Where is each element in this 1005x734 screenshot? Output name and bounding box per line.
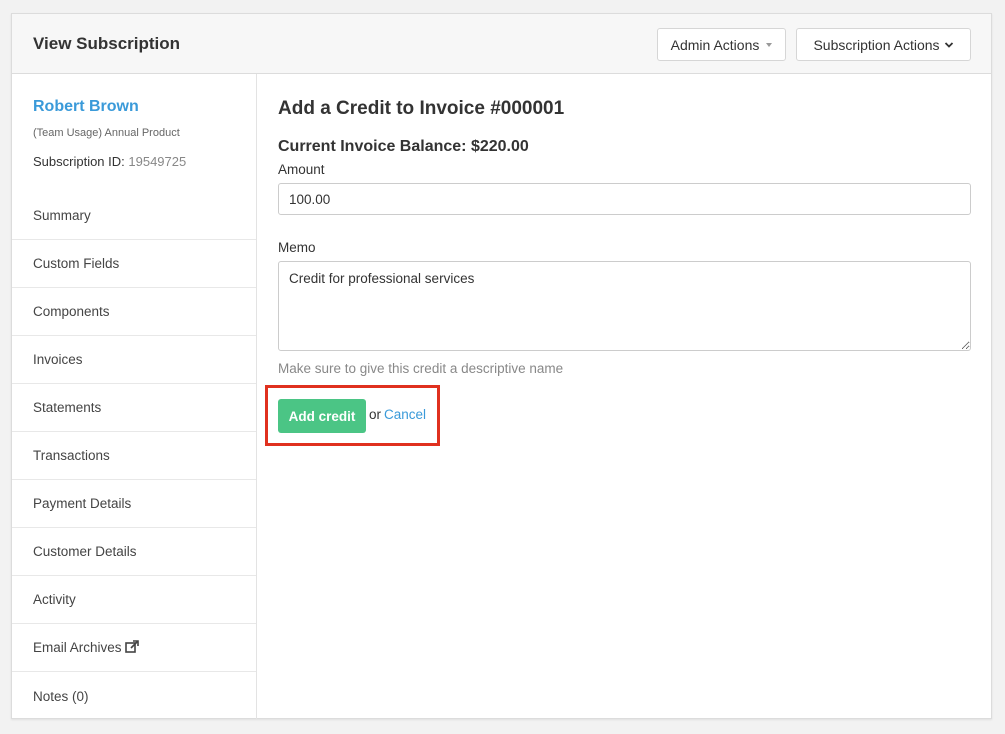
memo-input[interactable]: Credit for professional services	[278, 261, 971, 351]
sidebar-item-payment-details[interactable]: Payment Details	[12, 480, 256, 528]
sidebar-item-label: Transactions	[33, 448, 110, 463]
subscription-actions-label: Subscription Actions	[813, 36, 940, 53]
amount-input[interactable]	[278, 183, 971, 215]
sidebar-item-label: Summary	[33, 208, 91, 223]
sidebar-item-label: Invoices	[33, 352, 83, 367]
admin-actions-label: Admin Actions	[670, 36, 760, 53]
sidebar-item-label: Customer Details	[33, 544, 137, 559]
subscription-panel: View Subscription Admin Actions Subscrip…	[11, 13, 992, 719]
cancel-link[interactable]: Cancel	[384, 407, 426, 422]
invoice-balance: Current Invoice Balance: $220.00	[278, 138, 529, 155]
chevron-down-icon	[944, 41, 954, 49]
form-title: Add a Credit to Invoice #000001	[278, 98, 565, 119]
admin-actions-button[interactable]: Admin Actions	[657, 28, 786, 61]
sidebar-item-label: Statements	[33, 400, 102, 415]
sidebar-item-customer-details[interactable]: Customer Details	[12, 528, 256, 576]
sidebar-item-summary[interactable]: Summary	[12, 192, 256, 240]
sidebar-item-label: Activity	[33, 592, 76, 607]
sidebar-item-notes[interactable]: Notes (0)	[12, 672, 256, 720]
amount-label: Amount	[278, 162, 325, 177]
add-credit-button[interactable]: Add credit	[278, 399, 366, 433]
sidebar-item-label: Components	[33, 304, 110, 319]
sidebar-item-label: Notes (0)	[33, 688, 89, 704]
subscription-id-value: 19549725	[128, 154, 187, 169]
sidebar-item-components[interactable]: Components	[12, 288, 256, 336]
customer-name-link[interactable]: Robert Brown	[33, 98, 139, 116]
sidebar-item-email-archives[interactable]: Email Archives	[12, 624, 256, 672]
caret-down-icon	[766, 42, 773, 47]
panel-header: View Subscription Admin Actions Subscrip…	[12, 14, 991, 74]
sidebar-item-label: Email Archives	[33, 640, 122, 655]
sidebar: Robert Brown (Team Usage) Annual Product…	[12, 74, 257, 719]
sidebar-item-statements[interactable]: Statements	[12, 384, 256, 432]
product-name: (Team Usage) Annual Product	[33, 127, 180, 139]
sidebar-item-activity[interactable]: Activity	[12, 576, 256, 624]
sidebar-nav: Summary Custom Fields Components Invoice…	[12, 192, 256, 720]
or-text: or	[369, 407, 382, 422]
page-title: View Subscription	[33, 34, 181, 53]
memo-label: Memo	[278, 240, 316, 255]
sidebar-item-invoices[interactable]: Invoices	[12, 336, 256, 384]
subscription-actions-button[interactable]: Subscription Actions	[796, 28, 971, 61]
memo-help-text: Make sure to give this credit a descript…	[278, 361, 564, 376]
sidebar-item-label: Custom Fields	[33, 256, 120, 271]
subscription-id: Subscription ID: 19549725	[33, 154, 186, 169]
subscription-id-label: Subscription ID:	[33, 154, 125, 169]
sidebar-item-label: Payment Details	[33, 496, 132, 511]
external-link-icon	[124, 639, 140, 656]
sidebar-item-transactions[interactable]: Transactions	[12, 432, 256, 480]
sidebar-item-custom-fields[interactable]: Custom Fields	[12, 240, 256, 288]
